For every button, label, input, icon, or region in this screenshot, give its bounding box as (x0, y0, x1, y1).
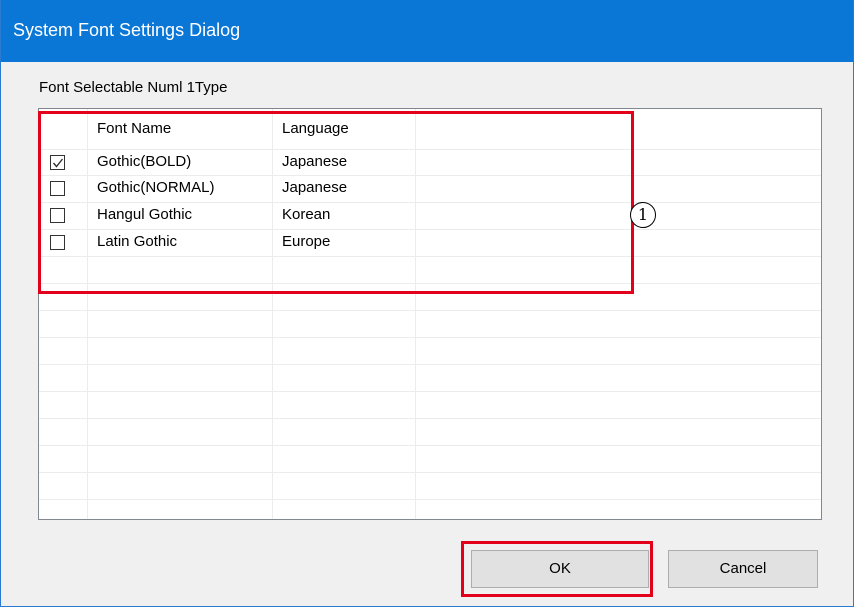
font-list[interactable]: Font Name Language Gothic(BOLD) Japanese… (38, 108, 822, 520)
font-row[interactable]: Gothic(NORMAL) Japanese (39, 175, 821, 202)
column-header-language[interactable]: Language (282, 109, 349, 149)
font-selectable-label: Font Selectable Numl 1Type (39, 79, 228, 96)
cancel-button[interactable]: Cancel (668, 550, 818, 588)
font-checkbox[interactable] (50, 208, 65, 223)
language-cell: Japanese (282, 179, 348, 196)
font-checkbox[interactable] (50, 235, 65, 250)
font-row[interactable]: Gothic(BOLD) Japanese (39, 149, 821, 176)
checkmark-icon (52, 158, 64, 168)
ok-button[interactable]: OK (471, 550, 649, 588)
font-name-cell: Hangul Gothic (97, 206, 193, 223)
title-bar: System Font Settings Dialog (1, 0, 853, 62)
language-cell: Korean (282, 206, 331, 223)
column-header-font-name[interactable]: Font Name (97, 109, 171, 149)
annotation-marker-1: 1 (630, 202, 656, 228)
font-checkbox[interactable] (50, 181, 65, 196)
font-row[interactable]: Hangul Gothic Korean (39, 202, 821, 229)
language-cell: Europe (282, 233, 331, 250)
font-name-cell: Gothic(NORMAL) (97, 179, 215, 196)
language-cell: Japanese (282, 153, 348, 170)
font-checkbox-checked[interactable] (50, 155, 65, 170)
font-row[interactable]: Latin Gothic Europe (39, 229, 821, 256)
dialog-window: System Font Settings Dialog Font Selecta… (0, 0, 854, 607)
font-name-cell: Gothic(BOLD) (97, 153, 192, 170)
window-title: System Font Settings Dialog (13, 20, 241, 40)
font-name-cell: Latin Gothic (97, 233, 178, 250)
